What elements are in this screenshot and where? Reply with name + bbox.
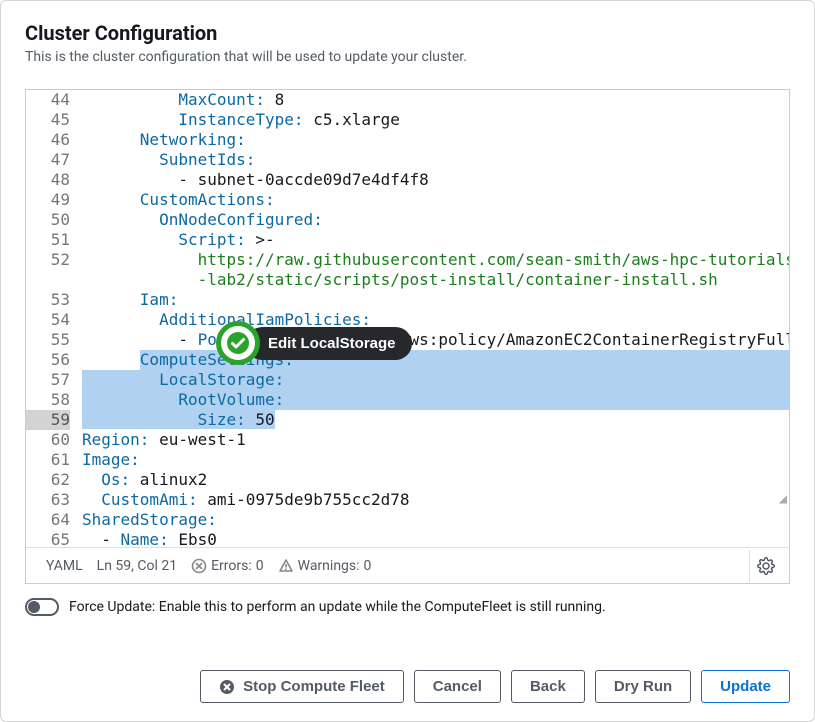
code-line[interactable]: Size: 50	[82, 410, 789, 430]
line-number: 53	[26, 290, 70, 310]
code-line[interactable]: LocalStorage:	[82, 370, 789, 390]
code-line[interactable]: Networking:	[82, 130, 789, 150]
back-button[interactable]: Back	[511, 670, 585, 703]
line-number: 55	[26, 330, 70, 350]
line-number: 49	[26, 190, 70, 210]
code-line[interactable]: Image:	[82, 450, 789, 470]
code-line[interactable]: Os: alinux2	[82, 470, 789, 490]
update-button-label: Update	[720, 678, 771, 695]
line-number: 52	[26, 250, 70, 270]
force-update-label: Force Update: Enable this to perform an …	[69, 599, 606, 615]
stop-icon	[219, 679, 235, 695]
code-line[interactable]: - Name: Ebs0	[82, 530, 789, 547]
modal-actions: Stop Compute Fleet Cancel Back Dry Run U…	[200, 670, 790, 703]
modal-subtitle: This is the cluster configuration that w…	[25, 49, 790, 65]
edit-localstorage-callout: Edit LocalStorage	[216, 321, 412, 365]
line-number: 56	[26, 350, 70, 370]
code-line[interactable]: OnNodeConfigured:	[82, 210, 789, 230]
warnings-label: Warnings:	[298, 558, 360, 574]
code-line[interactable]: -lab2/static/scripts/post-install/contai…	[82, 270, 789, 290]
line-number: 44	[26, 90, 70, 110]
warnings-status[interactable]: Warnings: 0	[278, 558, 372, 574]
editor-settings-button[interactable]	[749, 550, 781, 582]
warnings-count: 0	[364, 558, 372, 574]
check-icon	[216, 321, 260, 365]
editor-status-bar: YAML Ln 59, Col 21 Errors: 0 Warnings: 0	[26, 547, 789, 583]
errors-label: Errors:	[211, 558, 252, 574]
error-icon	[191, 558, 207, 574]
warning-icon	[278, 558, 294, 574]
line-number: 47	[26, 150, 70, 170]
callout-label: Edit LocalStorage	[246, 327, 412, 360]
code-line[interactable]: Region: eu-west-1	[82, 430, 789, 450]
line-number: 64	[26, 510, 70, 530]
gear-icon	[757, 557, 775, 575]
modal-header: Cluster Configuration This is the cluste…	[25, 21, 790, 65]
line-number: 62	[26, 470, 70, 490]
code-line[interactable]: Script: >-	[82, 230, 789, 250]
errors-status[interactable]: Errors: 0	[191, 558, 264, 574]
force-update-row: Force Update: Enable this to perform an …	[25, 598, 790, 616]
line-number: 50	[26, 210, 70, 230]
dry-run-button-label: Dry Run	[614, 678, 672, 695]
stop-compute-fleet-button[interactable]: Stop Compute Fleet	[200, 670, 404, 703]
code-line[interactable]: Iam:	[82, 290, 789, 310]
code-content[interactable]: MaxCount: 8 InstanceType: c5.xlarge Netw…	[82, 90, 789, 547]
code-line[interactable]: ComputeSettings:	[82, 350, 789, 370]
force-update-toggle[interactable]	[25, 598, 59, 616]
stop-button-label: Stop Compute Fleet	[243, 678, 385, 695]
code-line[interactable]: - subnet-0accde09d7e4df4f8	[82, 170, 789, 190]
line-number: 63	[26, 490, 70, 510]
line-number: 54	[26, 310, 70, 330]
line-number	[26, 270, 70, 290]
errors-count: 0	[256, 558, 264, 574]
code-line[interactable]: InstanceType: c5.xlarge	[82, 110, 789, 130]
back-button-label: Back	[530, 678, 566, 695]
line-number: 60	[26, 430, 70, 450]
line-number: 65	[26, 530, 70, 547]
modal-title: Cluster Configuration	[25, 21, 790, 45]
code-line[interactable]: - Policy: arn:aws:iam::aws:policy/Amazon…	[82, 330, 789, 350]
line-gutter: 444546474849505152 5354555657585960616263…	[26, 90, 82, 547]
code-line[interactable]: RootVolume:	[82, 390, 789, 410]
code-line[interactable]: MaxCount: 8	[82, 90, 789, 110]
line-number: 48	[26, 170, 70, 190]
cluster-config-modal: Cluster Configuration This is the cluste…	[0, 0, 815, 722]
line-number: 61	[26, 450, 70, 470]
resize-handle-icon[interactable]: ◢	[779, 489, 787, 509]
dry-run-button[interactable]: Dry Run	[595, 670, 691, 703]
code-line[interactable]: AdditionalIamPolicies:	[82, 310, 789, 330]
code-line[interactable]: CustomActions:	[82, 190, 789, 210]
code-line[interactable]: CustomAmi: ami-0975de9b755cc2d78	[82, 490, 789, 510]
line-number: 45	[26, 110, 70, 130]
update-button[interactable]: Update	[701, 670, 790, 703]
line-number: 59	[26, 410, 70, 430]
line-number: 46	[26, 130, 70, 150]
cancel-button[interactable]: Cancel	[414, 670, 501, 703]
code-line[interactable]: SubnetIds:	[82, 150, 789, 170]
code-line[interactable]: SharedStorage:	[82, 510, 789, 530]
code-line[interactable]: https://raw.githubusercontent.com/sean-s…	[82, 250, 789, 270]
line-number: 51	[26, 230, 70, 250]
line-number: 57	[26, 370, 70, 390]
line-number: 58	[26, 390, 70, 410]
language-indicator: YAML	[46, 558, 83, 574]
cursor-position: Ln 59, Col 21	[97, 558, 177, 574]
cancel-button-label: Cancel	[433, 678, 482, 695]
